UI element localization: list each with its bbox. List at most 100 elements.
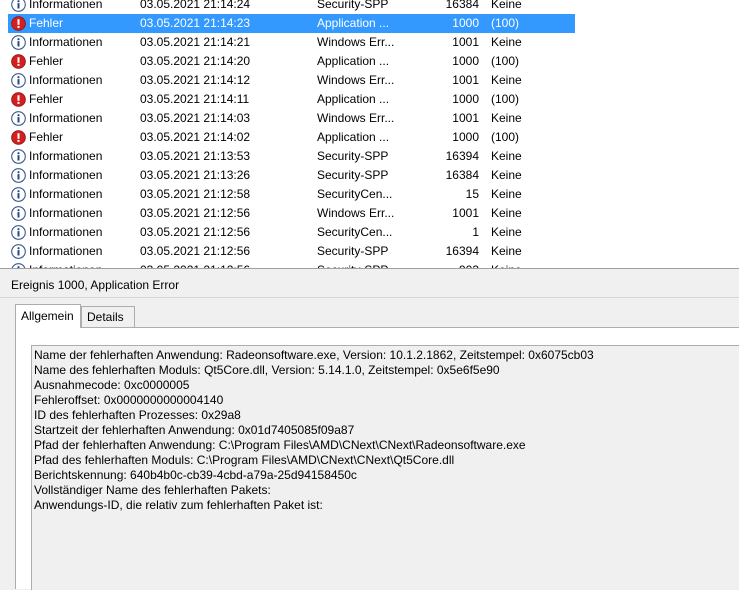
event-id: 1000 (452, 130, 479, 144)
event-level: Fehler (29, 92, 64, 106)
table-row[interactable]: Informationen03.05.2021 21:12:56Security… (8, 242, 575, 261)
event-category: (100) (491, 54, 520, 68)
event-id: 1000 (452, 92, 479, 106)
event-source: Windows Err... (317, 206, 395, 220)
event-level: Fehler (29, 16, 64, 30)
event-level: Informationen (29, 206, 103, 220)
event-id: 1000 (452, 16, 479, 30)
event-id: 1001 (452, 111, 479, 125)
error-icon (11, 130, 26, 145)
event-date: 03.05.2021 21:13:26 (140, 168, 251, 182)
description-line: Pfad des fehlerhaften Moduls: C:\Program… (34, 453, 455, 467)
event-source: Windows Err... (317, 111, 395, 125)
event-date: 03.05.2021 21:14:21 (140, 35, 251, 49)
event-level: Fehler (29, 54, 64, 68)
event-source: Security-SPP (317, 168, 389, 182)
event-category: (100) (491, 130, 520, 144)
event-source: Security-SPP (317, 0, 389, 11)
event-source: Security-SPP (317, 244, 389, 258)
table-row[interactable]: Informationen 03.05.2021 21:14:03 Windows … (8, 109, 575, 128)
event-source: SecurityCen... (317, 187, 393, 201)
description-line: Ausnahmecode: 0xc0000005 (34, 378, 190, 392)
table-row[interactable]: Fehler 03.05.2021 21:14:02 Application ...… (8, 128, 575, 147)
event-category: (100) (491, 16, 520, 30)
event-category: Keine (491, 225, 522, 239)
event-source: Application ... (317, 54, 390, 68)
event-source: Windows Err... (317, 73, 395, 87)
table-row[interactable]: Fehler 03.05.2021 21:14:23 Application ...… (8, 14, 575, 33)
event-category: Keine (491, 168, 522, 182)
info-icon (11, 244, 26, 259)
event-category: (100) (491, 92, 520, 106)
event-category: Keine (491, 111, 522, 125)
event-category: Keine (491, 149, 522, 163)
event-category: Keine (491, 244, 522, 258)
table-row[interactable]: Fehler 03.05.2021 21:14:20 Application ...… (8, 52, 575, 71)
event-date: 03.05.2021 21:13:53 (140, 149, 251, 163)
info-icon (11, 73, 26, 88)
event-category: Keine (491, 73, 522, 87)
description-line: Startzeit der fehlerhaften Anwendung: 0x… (34, 423, 355, 437)
table-row[interactable]: Informationen 03.05.2021 21:14:21 Windows … (8, 33, 575, 52)
tab-details[interactable]: Details (81, 306, 135, 327)
table-row[interactable]: Informationen03.05.2021 21:12:56Security… (8, 261, 575, 268)
event-level: Informationen (29, 73, 103, 87)
table-row[interactable]: Informationen 03.05.2021 21:13:26 Security… (8, 166, 575, 185)
table-row[interactable]: Informationen 03.05.2021 21:12:58 Security… (8, 185, 575, 204)
general-tab-panel: Name der fehlerhaften Anwendung: Radeons… (15, 327, 739, 590)
info-icon (11, 225, 26, 240)
description-line: ID des fehlerhaften Prozesses: 0x29a8 (34, 408, 241, 422)
event-category: Keine (491, 0, 522, 11)
event-date: 03.05.2021 21:14:03 (140, 111, 251, 125)
event-id: 1001 (452, 35, 479, 49)
event-date: 03.05.2021 21:12:56 (140, 225, 251, 239)
event-date: 03.05.2021 21:14:20 (140, 54, 251, 68)
info-icon (11, 187, 26, 202)
error-icon (11, 92, 26, 107)
tab-general[interactable]: Allgemein (15, 304, 81, 328)
info-icon (11, 0, 26, 12)
event-level: Informationen (29, 35, 103, 49)
table-row[interactable]: Informationen 03.05.2021 21:14:12 Windows … (8, 71, 575, 90)
event-date: 03.05.2021 21:12:56 (140, 244, 251, 258)
event-date: 03.05.2021 21:14:11 (140, 92, 250, 106)
table-row[interactable]: Informationen 03.05.2021 21:14:24 Security… (8, 0, 575, 14)
event-level: Informationen (29, 111, 103, 125)
event-id: 1 (472, 225, 479, 239)
table-row[interactable]: Fehler 03.05.2021 21:14:11 Application ...… (8, 90, 575, 109)
event-detail-header: Ereignis 1000, Application Error (0, 273, 739, 298)
event-level: Informationen (29, 187, 103, 201)
event-level: Informationen (29, 168, 103, 182)
description-line: Berichtskennung: 640b4b0c-cb39-4cbd-a79a… (34, 468, 357, 482)
event-source: SecurityCen... (317, 225, 393, 239)
event-date: 03.05.2021 21:12:58 (140, 187, 251, 201)
event-level: Fehler (29, 130, 64, 144)
event-description-box[interactable]: Name der fehlerhaften Anwendung: Radeons… (31, 345, 739, 590)
table-row[interactable]: Informationen 03.05.2021 21:12:56 Security… (8, 223, 575, 242)
description-line: Fehleroffset: 0x0000000000004140 (34, 393, 224, 407)
info-icon (11, 111, 26, 126)
event-level: Informationen (29, 225, 103, 239)
event-source: Security-SPP (317, 149, 389, 163)
event-id: 16394 (445, 149, 479, 163)
table-row[interactable]: Informationen 03.05.2021 21:12:56 Windows … (8, 204, 575, 223)
event-list-rows: Informationen 03.05.2021 21:14:24 Security… (8, 0, 739, 268)
error-icon (11, 54, 26, 69)
event-date: 03.05.2021 21:14:02 (140, 130, 251, 144)
error-icon (11, 16, 26, 31)
event-level: Informationen (29, 149, 103, 163)
event-list[interactable]: Informationen 03.05.2021 21:14:24 Security… (0, 0, 739, 268)
table-row[interactable]: Informationen 03.05.2021 21:13:53 Security… (8, 147, 575, 166)
event-id: 1001 (452, 73, 479, 87)
event-category: Keine (491, 35, 522, 49)
event-source: Application ... (317, 92, 390, 106)
event-detail-title: Ereignis 1000, Application Error (11, 278, 180, 292)
event-description-text: Name der fehlerhaften Anwendung: Radeons… (34, 348, 594, 513)
event-source: Application ... (317, 130, 390, 144)
info-icon (11, 35, 26, 50)
event-date: 03.05.2021 21:12:56 (140, 206, 251, 220)
info-icon (11, 168, 26, 183)
event-id: 16384 (445, 0, 479, 11)
info-icon (11, 206, 26, 221)
description-line: Name des fehlerhaften Moduls: Qt5Core.dl… (34, 363, 500, 377)
